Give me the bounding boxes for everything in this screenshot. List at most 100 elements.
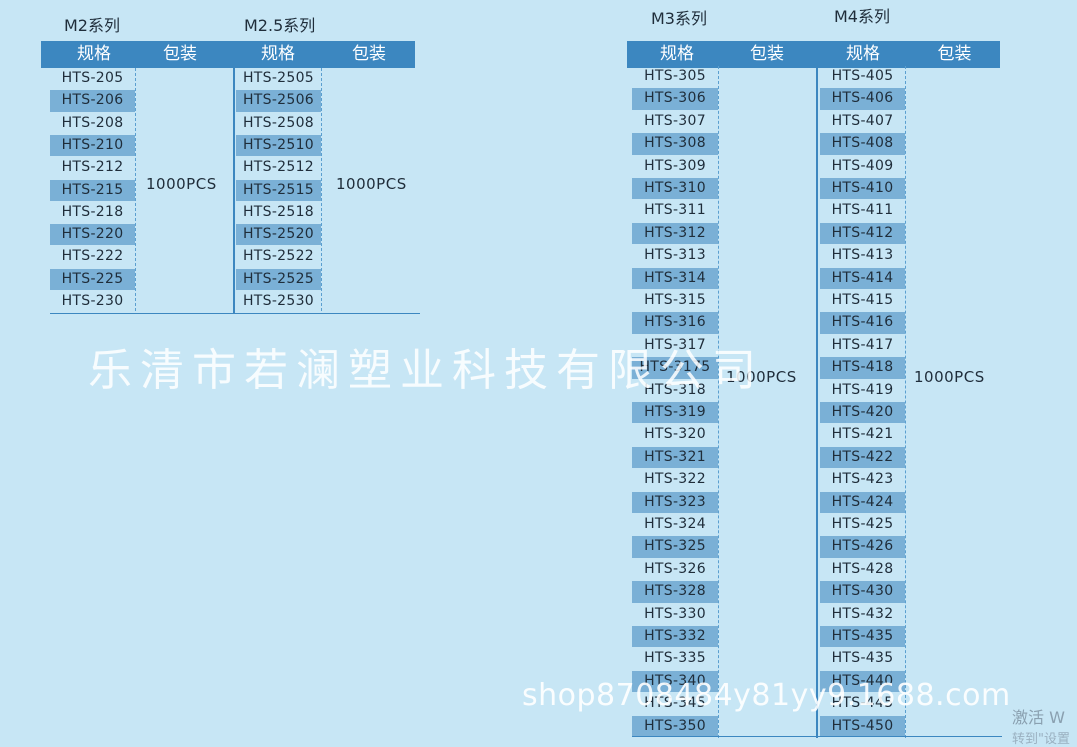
spec-row: HTS-210 xyxy=(50,134,135,157)
spec-row: HTS-325 xyxy=(632,536,718,558)
spec-row: HTS-313 xyxy=(644,247,706,264)
header-spec-label: 规格 xyxy=(846,44,880,64)
spec-row: HTS-321 xyxy=(632,446,718,469)
spec-row: HTS-312 xyxy=(632,222,718,245)
spec-row: HTS-423 xyxy=(831,471,894,488)
table-separator-line xyxy=(233,68,235,313)
header-pack-label: 包装 xyxy=(937,44,972,64)
spec-row: HTS-212 xyxy=(61,159,124,176)
spec-row: HTS-324 xyxy=(644,516,706,532)
spec-row: HTS-2506 xyxy=(236,90,321,112)
spec-row: HTS-435 xyxy=(820,626,905,648)
spec-row: HTS-2508 xyxy=(242,114,315,131)
spec-row: HTS-2520 xyxy=(236,224,321,246)
packing-value-m2: 1000PCS xyxy=(146,175,217,193)
spec-row: HTS-310 xyxy=(632,178,718,200)
spec-row: HTS-2525 xyxy=(236,268,321,290)
header-pack-label: 包装 xyxy=(163,44,197,64)
spec-row: HTS-421 xyxy=(831,426,894,443)
spec-row: HTS-2515 xyxy=(236,179,321,201)
spec-row: HTS-218 xyxy=(61,203,124,220)
spec-column-m25: HTS-2505 HTS-2506 HTS-2508 HTS-2510 HTS-2512… xyxy=(236,68,321,313)
spec-row: HTS-330 xyxy=(644,605,706,622)
spec-row: HTS-311 xyxy=(644,202,706,219)
spec-row: HTS-432 xyxy=(831,605,894,622)
spec-row: HTS-424 xyxy=(820,491,905,513)
series-title-m3: M3系列 xyxy=(651,9,707,28)
spec-row: HTS-450 xyxy=(820,715,905,737)
spec-row: HTS-410 xyxy=(820,178,905,200)
spec-row: HTS-215 xyxy=(50,179,135,201)
spec-row: HTS-414 xyxy=(820,267,905,289)
series-title-m25: M2.5系列 xyxy=(244,16,316,35)
spec-row: HTS-411 xyxy=(831,202,894,219)
spec-row: HTS-413 xyxy=(831,247,894,264)
spec-row: HTS-350 xyxy=(632,715,718,737)
activate-windows-notice: 激活 W xyxy=(1012,708,1065,727)
column-divider xyxy=(718,66,719,738)
spec-row: HTS-225 xyxy=(50,268,135,290)
table-separator-line xyxy=(816,66,818,738)
spec-row: HTS-314 xyxy=(632,267,718,289)
spec-row: HTS-416 xyxy=(820,312,905,334)
table-header-m2-m25: 规格 包装 规格 包装 xyxy=(41,41,415,68)
column-divider xyxy=(905,66,906,738)
spec-row: HTS-305 xyxy=(644,68,706,84)
table-bottom-rule xyxy=(632,736,1002,737)
spec-row: HTS-322 xyxy=(644,471,706,488)
spec-row: HTS-2512 xyxy=(242,159,315,176)
goto-settings-notice: 转到"设置 xyxy=(1012,732,1070,747)
table-header-m3-m4: 规格 包装 规格 包装 xyxy=(627,41,1000,68)
spec-row: HTS-316 xyxy=(632,312,718,334)
spec-row: HTS-205 xyxy=(61,70,124,86)
column-divider xyxy=(321,68,322,311)
spec-row: HTS-307 xyxy=(644,112,706,129)
spec-row: HTS-408 xyxy=(820,133,905,155)
spec-row: HTS-332 xyxy=(632,626,718,648)
spec-column-m2: HTS-205 HTS-206 HTS-208 HTS-210 HTS-212 HTS-2… xyxy=(50,68,135,313)
spec-row: HTS-323 xyxy=(632,491,718,513)
spec-row: HTS-422 xyxy=(820,446,905,469)
spec-row: HTS-435 xyxy=(831,650,894,667)
spec-row: HTS-430 xyxy=(820,581,905,603)
spec-row: HTS-220 xyxy=(50,224,135,246)
spec-row: HTS-428 xyxy=(831,560,894,577)
spec-row: HTS-419 xyxy=(831,381,894,398)
header-pack-label: 包装 xyxy=(352,44,386,64)
spec-column-m4: HTS-405 HTS-406 HTS-407 HTS-408 HTS-409 HTS-4… xyxy=(820,66,905,738)
series-title-m2: M2系列 xyxy=(64,16,120,35)
spec-row: HTS-208 xyxy=(61,114,124,131)
spec-row: HTS-412 xyxy=(820,222,905,245)
spec-row: HTS-2505 xyxy=(242,70,315,86)
spec-row: HTS-2522 xyxy=(242,248,315,265)
spec-row: HTS-417 xyxy=(831,336,894,353)
spec-row: HTS-308 xyxy=(632,133,718,155)
series-title-m4: M4系列 xyxy=(834,7,890,26)
header-pack-label: 包装 xyxy=(750,44,784,64)
table-bottom-rule xyxy=(50,313,420,314)
header-spec-label: 规格 xyxy=(261,44,295,64)
spec-row: HTS-309 xyxy=(644,157,706,174)
spec-row: HTS-320 xyxy=(644,426,706,443)
spec-row: HTS-315 xyxy=(644,292,706,308)
spec-row: HTS-407 xyxy=(831,112,894,129)
header-spec-label: 规格 xyxy=(660,44,694,64)
spec-row: HTS-2530 xyxy=(242,293,315,309)
spec-row: HTS-426 xyxy=(820,536,905,558)
packing-value-m4: 1000PCS xyxy=(914,368,985,386)
spec-row: HTS-2510 xyxy=(236,134,321,157)
shop-url-watermark: shop8708484y81yy9.1688.com xyxy=(522,678,1011,713)
spec-row: HTS-306 xyxy=(632,88,718,110)
header-spec-label: 规格 xyxy=(77,44,111,64)
spec-row: HTS-230 xyxy=(61,293,124,309)
spec-row: HTS-420 xyxy=(820,402,905,424)
spec-row: HTS-418 xyxy=(820,357,905,379)
company-watermark: 乐清市若澜塑业科技有限公司 xyxy=(88,345,764,396)
spec-row: HTS-222 xyxy=(61,248,124,265)
spec-row: HTS-206 xyxy=(50,90,135,112)
spec-row: HTS-335 xyxy=(644,650,706,667)
spec-row: HTS-326 xyxy=(644,560,706,577)
spec-row: HTS-409 xyxy=(831,157,894,174)
spec-row: HTS-2518 xyxy=(242,203,315,220)
column-divider xyxy=(135,68,136,311)
